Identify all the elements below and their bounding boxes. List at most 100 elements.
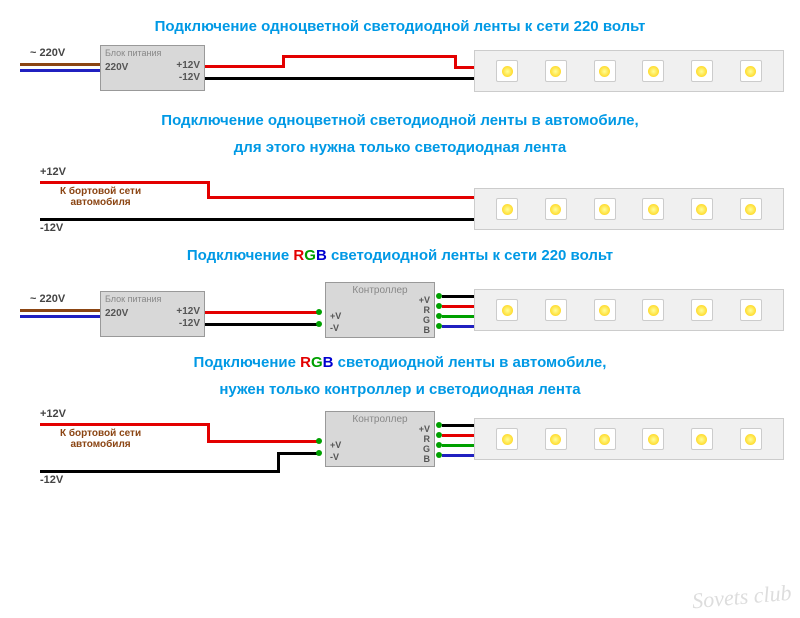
led	[740, 60, 762, 82]
led	[496, 428, 518, 450]
wire-v	[442, 424, 475, 427]
conn-dot	[316, 450, 322, 456]
wire-neg-a	[40, 470, 280, 473]
psu-220: 220V	[105, 308, 128, 319]
pin-cr: R	[424, 305, 431, 315]
label-220v: ~ 220V	[30, 47, 65, 59]
led	[545, 198, 567, 220]
wire-b	[442, 454, 475, 457]
led-strip-3	[474, 289, 784, 331]
led	[642, 60, 664, 82]
watermark: Sovets club	[691, 580, 792, 615]
pin-mv: -V	[330, 323, 339, 333]
psu-220: 220V	[105, 62, 128, 73]
psu-m12: -12V	[179, 72, 200, 83]
led	[642, 198, 664, 220]
wire-v	[442, 295, 475, 298]
led	[496, 60, 518, 82]
diagram-4: +12V К бортовой сети автомобиля -12V Кон…	[0, 408, 800, 493]
pin-cg: G	[423, 444, 430, 454]
led	[691, 428, 713, 450]
wire-g	[442, 444, 475, 447]
wire-pos-c	[282, 55, 457, 58]
led	[740, 198, 762, 220]
wire-ac-blue	[20, 315, 100, 318]
psu-m12: -12V	[179, 318, 200, 329]
led-strip-1	[474, 50, 784, 92]
wire-ac-brown	[20, 63, 100, 66]
led	[691, 60, 713, 82]
led	[691, 198, 713, 220]
label-p12: +12V	[40, 166, 66, 178]
wire-b	[442, 325, 475, 328]
title-1: Подключение одноцветной светодиодной лен…	[0, 18, 800, 35]
pin-cg: G	[423, 315, 430, 325]
led	[545, 60, 567, 82]
label-220v: ~ 220V	[30, 293, 65, 305]
led	[545, 299, 567, 321]
conn-dot	[316, 438, 322, 444]
pin-mv: -V	[330, 452, 339, 462]
wire-pos	[205, 311, 320, 314]
psu-p12: +12V	[176, 306, 200, 317]
led	[545, 428, 567, 450]
wire-neg-b	[277, 452, 280, 473]
psu-title: Блок питания	[101, 46, 204, 60]
led-strip-2	[474, 188, 784, 230]
diagram-2: +12V К бортовой сети автомобиля -12V	[0, 166, 800, 241]
label-car: К бортовой сети автомобиля	[60, 186, 141, 208]
wire-r	[442, 434, 475, 437]
wire-ac-brown	[20, 309, 100, 312]
wire-r	[442, 305, 475, 308]
led	[642, 428, 664, 450]
wire-neg	[40, 218, 475, 221]
psu-3: Блок питания 220V +12V -12V	[100, 291, 205, 337]
pin-cb: B	[424, 454, 431, 464]
pin-cb: B	[424, 325, 431, 335]
label-p12: +12V	[40, 408, 66, 420]
pin-cpv: +V	[419, 295, 430, 305]
title-3: Подключение RGB светодиодной ленты к сет…	[0, 247, 800, 264]
title-2a: Подключение одноцветной светодиодной лен…	[0, 112, 800, 129]
wire-g	[442, 315, 475, 318]
led	[496, 299, 518, 321]
wire-neg	[205, 323, 320, 326]
title-4b: нужен только контроллер и светодиодная л…	[0, 381, 800, 398]
led	[691, 299, 713, 321]
wire-pos-c	[207, 196, 475, 199]
wire-pos-a	[40, 181, 210, 184]
led	[740, 299, 762, 321]
psu-p12: +12V	[176, 60, 200, 71]
controller-4: Контроллер +V -V +V R G B	[325, 411, 435, 467]
wire-pos-e	[454, 66, 474, 69]
diagram-3: ~ 220V Блок питания 220V +12V -12V Контр…	[0, 274, 800, 349]
label-car: К бортовой сети автомобиля	[60, 428, 141, 450]
label-m12: -12V	[40, 222, 63, 234]
led	[594, 198, 616, 220]
wire-pos-c	[207, 440, 320, 443]
led	[594, 60, 616, 82]
pin-cr: R	[424, 434, 431, 444]
wire-neg	[205, 77, 475, 80]
wire-pos-a	[205, 65, 285, 68]
controller-3: Контроллер +V -V +V R G B	[325, 282, 435, 338]
title-2b: для этого нужна только светодиодная лент…	[0, 139, 800, 156]
title-4a: Подключение RGB светодиодной ленты в авт…	[0, 354, 800, 371]
wire-ac-blue	[20, 69, 100, 72]
conn-dot	[316, 321, 322, 327]
pin-pv: +V	[330, 440, 341, 450]
pin-cpv: +V	[419, 424, 430, 434]
led	[594, 428, 616, 450]
conn-dot	[316, 309, 322, 315]
led	[642, 299, 664, 321]
led	[740, 428, 762, 450]
led	[496, 198, 518, 220]
psu-1: Блок питания 220V +12V -12V	[100, 45, 205, 91]
led	[594, 299, 616, 321]
diagram-1: ~ 220V Блок питания 220V +12V -12V	[0, 45, 800, 100]
pin-pv: +V	[330, 311, 341, 321]
wire-pos-a	[40, 423, 210, 426]
led-strip-4	[474, 418, 784, 460]
label-m12: -12V	[40, 474, 63, 486]
wire-neg-c	[277, 452, 320, 455]
